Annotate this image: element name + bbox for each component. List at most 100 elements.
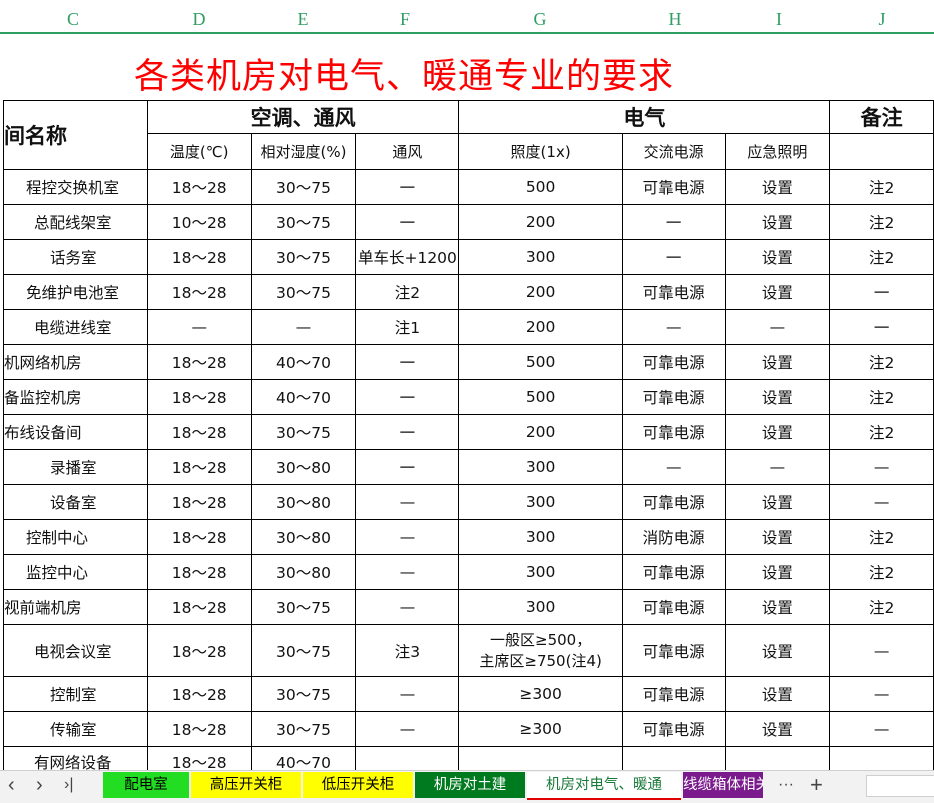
- emergency-light-cell[interactable]: [724, 746, 831, 770]
- ac-power-cell[interactable]: 可靠电源: [621, 484, 726, 520]
- humidity-cell[interactable]: 30～80: [250, 519, 357, 555]
- temperature-cell[interactable]: 18～28: [146, 414, 252, 450]
- more-sheets-button[interactable]: ···: [778, 771, 794, 801]
- ac-power-cell[interactable]: 可靠电源: [621, 274, 726, 310]
- ventilation-cell[interactable]: 注2: [355, 274, 460, 310]
- ac-power-cell[interactable]: 一: [621, 239, 726, 275]
- ac-power-cell[interactable]: 可靠电源: [621, 554, 726, 590]
- emergency-light-cell[interactable]: 设置: [724, 676, 831, 712]
- room-name-cell[interactable]: 视前端机房: [3, 589, 148, 625]
- remark-cell[interactable]: 注2: [829, 344, 934, 380]
- ac-power-cell[interactable]: 可靠电源: [621, 169, 726, 205]
- ventilation-cell[interactable]: 单车长+1200: [355, 239, 460, 275]
- temperature-cell[interactable]: 18～28: [146, 711, 252, 747]
- emergency-light-cell[interactable]: 设置: [724, 414, 831, 450]
- sheet-tab-5[interactable]: 机房对电气、暖通: [527, 772, 681, 800]
- column-header-f[interactable]: F: [375, 0, 435, 32]
- emergency-light-cell[interactable]: 设置: [724, 711, 831, 747]
- ventilation-cell[interactable]: —: [355, 484, 460, 520]
- ac-power-cell[interactable]: 可靠电源: [621, 379, 726, 415]
- emergency-light-cell[interactable]: 设置: [724, 519, 831, 555]
- remark-cell[interactable]: 注2: [829, 519, 934, 555]
- ac-power-cell[interactable]: 可靠电源: [621, 676, 726, 712]
- column-header-i[interactable]: I: [749, 0, 809, 32]
- humidity-cell[interactable]: 30～75: [250, 169, 357, 205]
- illuminance-cell[interactable]: 300: [458, 519, 623, 555]
- ventilation-cell[interactable]: 一: [355, 414, 460, 450]
- ac-power-cell[interactable]: [621, 746, 726, 770]
- ventilation-cell[interactable]: —: [355, 554, 460, 590]
- humidity-cell[interactable]: 30～80: [250, 449, 357, 485]
- ac-power-cell[interactable]: 可靠电源: [621, 589, 726, 625]
- emergency-light-cell[interactable]: 设置: [724, 239, 831, 275]
- horizontal-scrollbar[interactable]: [866, 775, 934, 797]
- ac-power-cell[interactable]: 可靠电源: [621, 711, 726, 747]
- sheet-tab-6[interactable]: 线缆箱体相关: [683, 772, 763, 798]
- illuminance-cell[interactable]: 300: [458, 449, 623, 485]
- remark-cell[interactable]: 注2: [829, 169, 934, 205]
- humidity-cell[interactable]: 30～75: [250, 589, 357, 625]
- emergency-light-cell[interactable]: 设置: [724, 554, 831, 590]
- room-name-cell[interactable]: 总配线架室: [3, 204, 148, 240]
- humidity-cell[interactable]: —: [250, 309, 357, 345]
- remark-cell[interactable]: —: [829, 711, 934, 747]
- room-name-cell[interactable]: 电缆进线室: [3, 309, 148, 345]
- illuminance-cell[interactable]: 500: [458, 169, 623, 205]
- room-name-cell[interactable]: 免维护电池室: [3, 274, 148, 310]
- ac-power-cell[interactable]: —: [621, 449, 726, 485]
- emergency-light-cell[interactable]: 设置: [724, 169, 831, 205]
- room-name-cell[interactable]: 控制室: [3, 676, 148, 712]
- ventilation-cell[interactable]: 一: [355, 204, 460, 240]
- ventilation-cell[interactable]: —: [355, 519, 460, 555]
- illuminance-cell[interactable]: 300: [458, 589, 623, 625]
- room-name-cell[interactable]: 监控中心: [3, 554, 148, 590]
- humidity-cell[interactable]: 30～80: [250, 484, 357, 520]
- illuminance-cell[interactable]: 200: [458, 309, 623, 345]
- illuminance-header[interactable]: 照度(1x): [458, 133, 623, 170]
- temperature-cell[interactable]: 18～28: [146, 274, 252, 310]
- column-header-j[interactable]: J: [852, 0, 912, 32]
- room-name-cell[interactable]: 有网络设备: [3, 746, 148, 770]
- emergency-light-cell[interactable]: 设置: [724, 624, 831, 677]
- humidity-cell[interactable]: 30～75: [250, 239, 357, 275]
- column-header-d[interactable]: D: [169, 0, 229, 32]
- ventilation-cell[interactable]: —: [355, 676, 460, 712]
- illuminance-cell[interactable]: [458, 746, 623, 770]
- electric-group-header[interactable]: 电气: [458, 100, 831, 134]
- temperature-cell[interactable]: 18～28: [146, 624, 252, 677]
- remark-cell[interactable]: 注2: [829, 379, 934, 415]
- illuminance-cell[interactable]: 500: [458, 344, 623, 380]
- humidity-cell[interactable]: 40～70: [250, 746, 357, 770]
- remark-cell[interactable]: 注2: [829, 204, 934, 240]
- ventilation-cell[interactable]: 一: [355, 379, 460, 415]
- humidity-cell[interactable]: 40～70: [250, 379, 357, 415]
- ventilation-header[interactable]: 通风: [355, 133, 460, 170]
- column-header-g[interactable]: G: [510, 0, 570, 32]
- ac-power-header[interactable]: 交流电源: [621, 133, 726, 170]
- remark-cell[interactable]: —: [829, 676, 934, 712]
- emergency-light-cell[interactable]: 设置: [724, 344, 831, 380]
- remark-cell[interactable]: 注2: [829, 414, 934, 450]
- column-header-c[interactable]: C: [43, 0, 103, 32]
- prev-sheet-button[interactable]: ‹: [8, 771, 15, 801]
- ac-power-cell[interactable]: —: [621, 309, 726, 345]
- humidity-cell[interactable]: 30～75: [250, 204, 357, 240]
- remark-cell[interactable]: 注2: [829, 589, 934, 625]
- illuminance-cell[interactable]: ≥300: [458, 711, 623, 747]
- illuminance-cell[interactable]: ≥300: [458, 676, 623, 712]
- remark-header[interactable]: 备注: [829, 100, 934, 134]
- temperature-cell[interactable]: 18～28: [146, 449, 252, 485]
- room-name-cell[interactable]: 布线设备间: [3, 414, 148, 450]
- remark-cell[interactable]: 注2: [829, 239, 934, 275]
- hvac-group-header[interactable]: 空调、通风: [146, 100, 460, 134]
- remark-cell[interactable]: —: [829, 624, 934, 677]
- humidity-cell[interactable]: 30～75: [250, 711, 357, 747]
- emergency-light-cell[interactable]: —: [724, 449, 831, 485]
- illuminance-cell[interactable]: 300: [458, 554, 623, 590]
- emergency-light-cell[interactable]: 设置: [724, 589, 831, 625]
- temperature-cell[interactable]: 18～28: [146, 379, 252, 415]
- room-name-cell[interactable]: 控制中心: [3, 519, 148, 555]
- humidity-cell[interactable]: 30～75: [250, 676, 357, 712]
- illuminance-cell[interactable]: 一般区≥500， 主席区≥750(注4): [458, 624, 623, 677]
- temperature-cell[interactable]: 18～28: [146, 554, 252, 590]
